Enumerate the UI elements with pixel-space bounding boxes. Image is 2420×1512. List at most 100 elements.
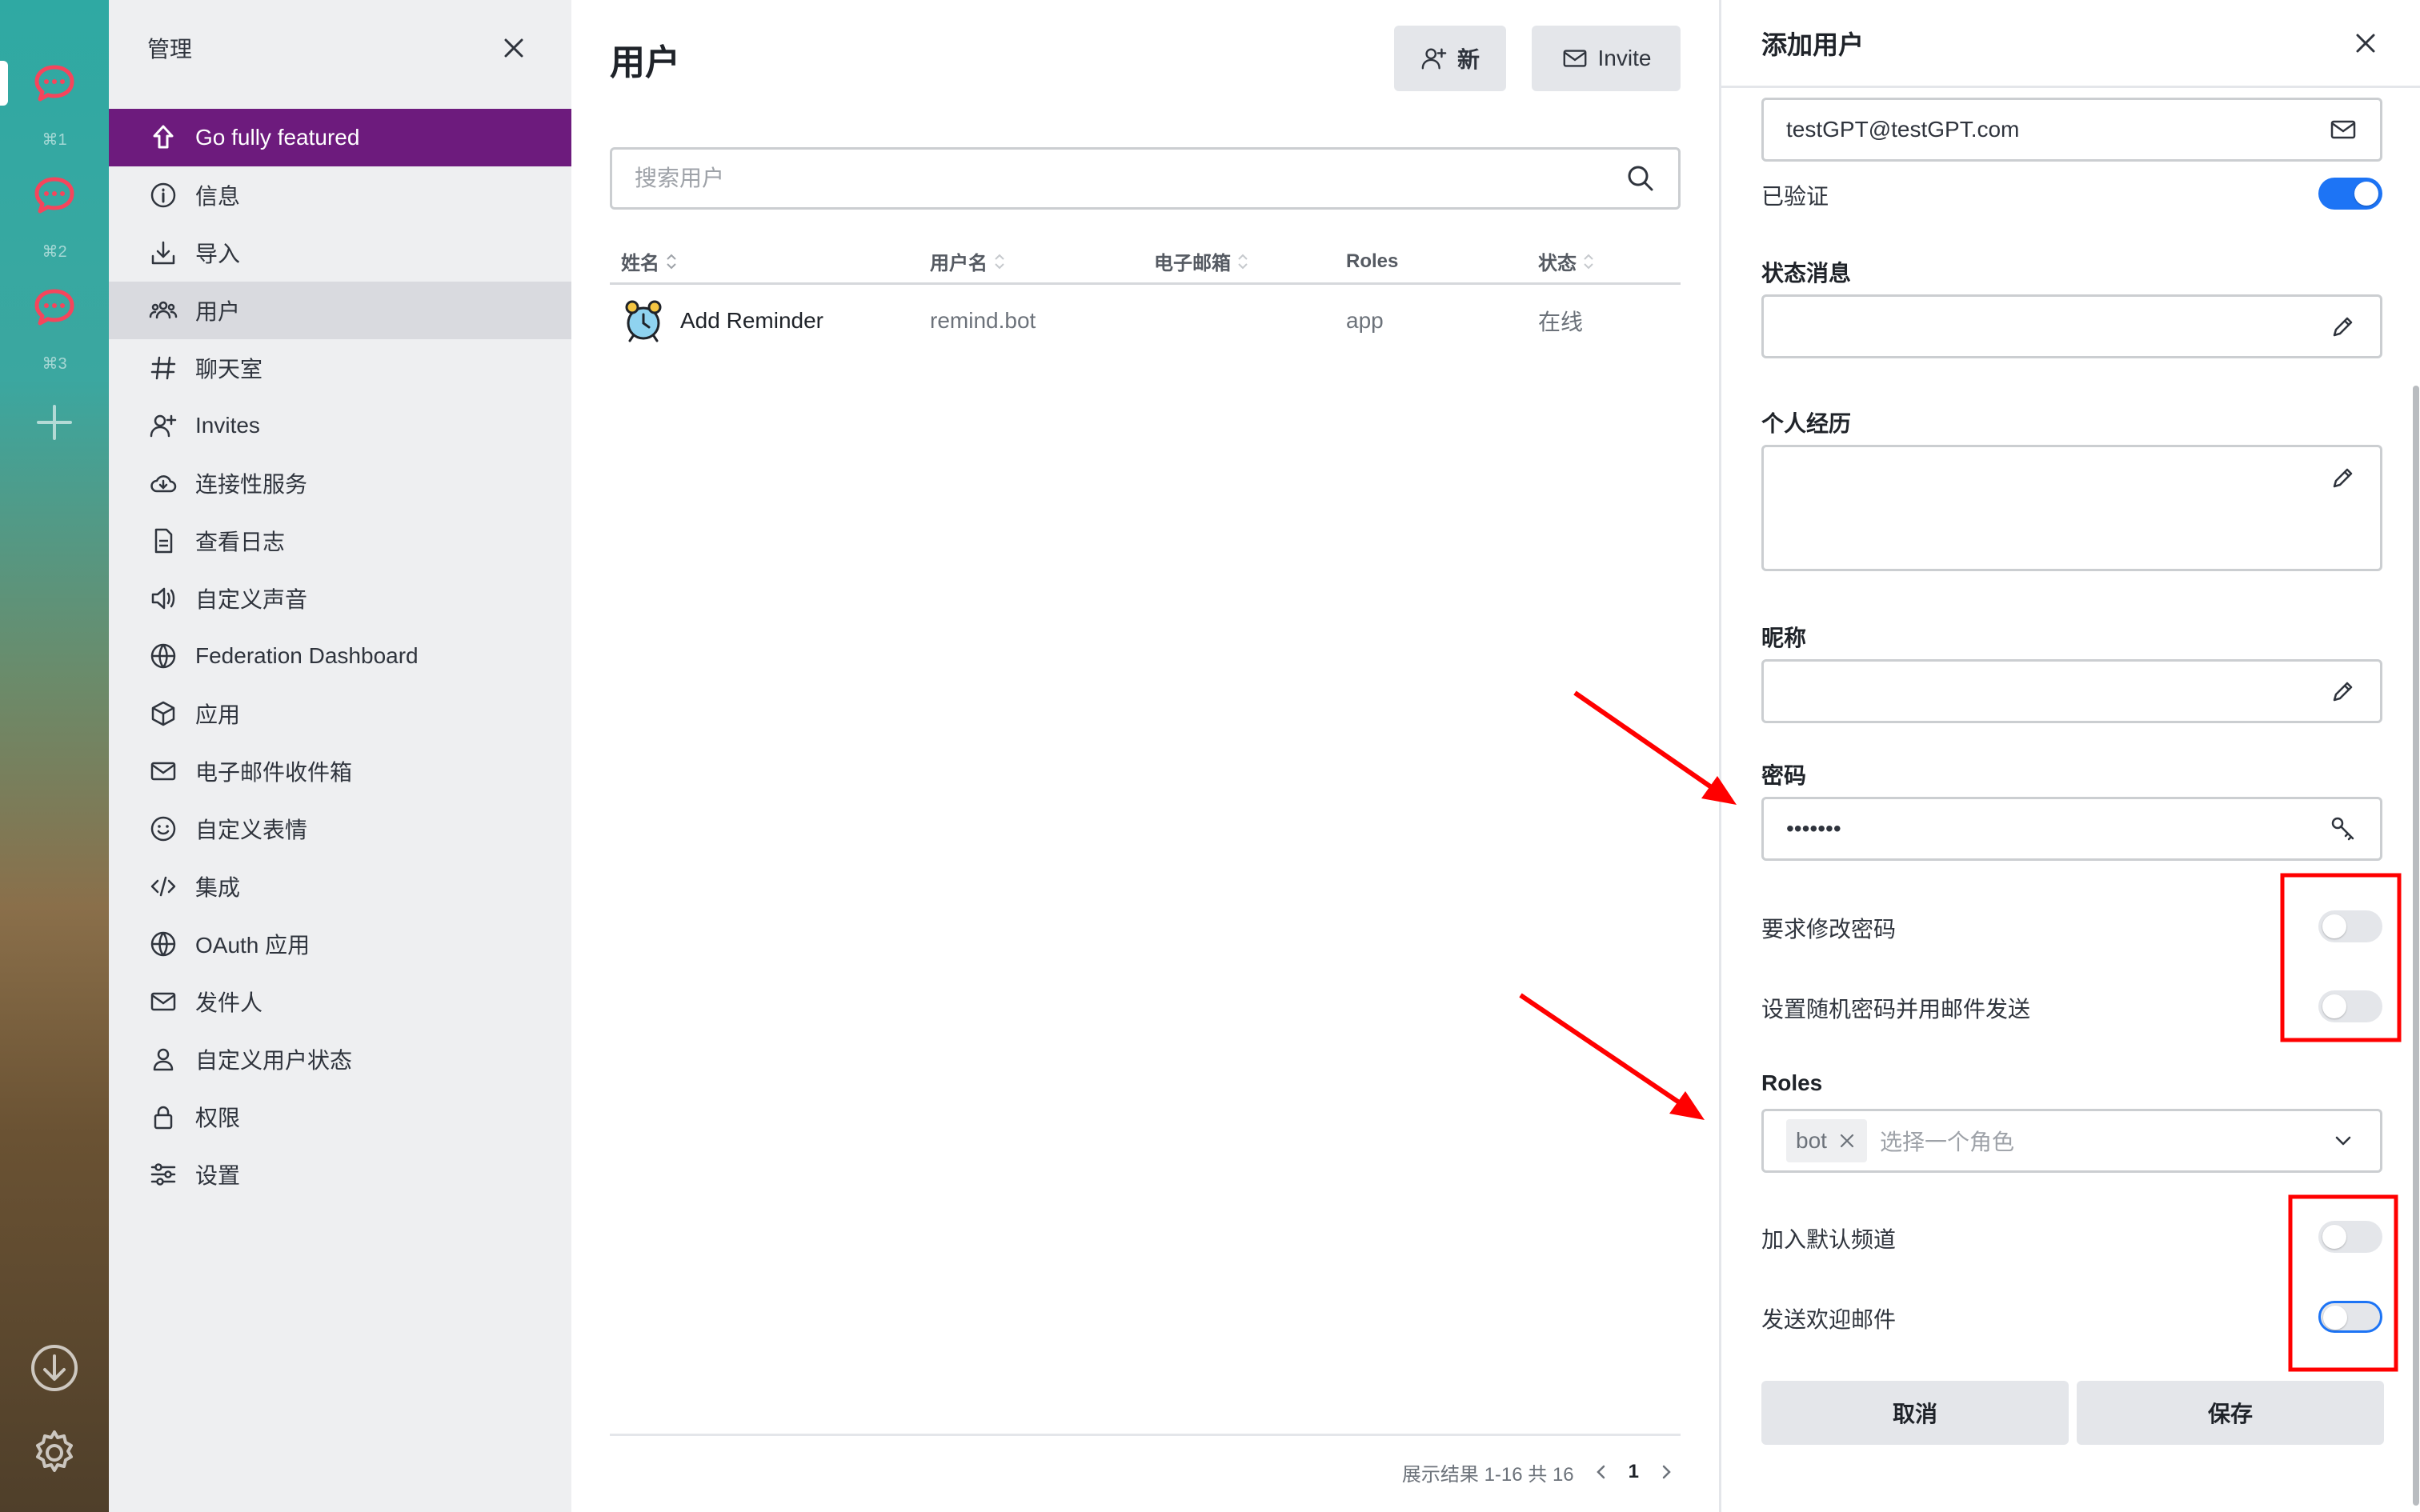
password-label: 密码 — [1761, 763, 1807, 788]
roles-select[interactable]: bot 选择一个角色 — [1761, 1109, 2382, 1173]
workspace-3-button[interactable] — [29, 282, 80, 333]
search-icon[interactable] — [1625, 163, 1656, 194]
mail-icon — [150, 992, 176, 1011]
download-button[interactable] — [29, 1342, 80, 1394]
sidebar-title: 管理 — [147, 37, 193, 62]
close-panel-button[interactable] — [2350, 27, 2382, 59]
table-row[interactable]: Add Reminder remind.bot app 在线 — [610, 285, 1681, 357]
mail-icon — [2330, 120, 2356, 139]
user-display-name: Add Reminder — [680, 308, 823, 333]
nickname-label: 昵称 — [1761, 626, 1807, 650]
page-number[interactable]: 1 — [1629, 1461, 1639, 1483]
save-button[interactable]: 保存 — [2077, 1381, 2384, 1445]
invite-button[interactable]: Invite — [1532, 26, 1681, 91]
sidebar-item-federation[interactable]: Federation Dashboard — [109, 627, 571, 685]
sidebar-item-label: 连接性服务 — [195, 472, 308, 497]
join-default-channels-toggle[interactable] — [2318, 1221, 2382, 1253]
document-icon — [154, 528, 173, 554]
chevron-right-icon[interactable] — [1652, 1458, 1681, 1486]
nickname-input[interactable] — [1786, 678, 2329, 704]
status-message-input[interactable] — [1786, 314, 2329, 339]
search-input[interactable] — [635, 166, 1625, 191]
cancel-button[interactable]: 取消 — [1761, 1381, 2069, 1445]
sidebar-item-connectivity[interactable]: 连接性服务 — [109, 454, 571, 512]
column-status[interactable]: 状态 — [1538, 247, 1666, 275]
cell-username: remind.bot — [930, 308, 1036, 333]
sidebar-item-integrations[interactable]: 集成 — [109, 858, 571, 915]
join-default-channels-label: 加入默认频道 — [1761, 1227, 1897, 1252]
sidebar-header: 管理 — [109, 0, 571, 96]
add-workspace-button[interactable] — [34, 402, 75, 443]
column-username-label: 用户名 — [930, 253, 988, 274]
column-email[interactable]: 电子邮箱 — [1154, 247, 1346, 275]
random-password-toggle[interactable] — [2318, 990, 2382, 1022]
emoji-icon — [150, 816, 176, 842]
workspace-2-button[interactable] — [29, 170, 80, 221]
sort-icon — [667, 254, 676, 269]
users-icon — [149, 301, 178, 319]
panel-scrollbar[interactable] — [2413, 386, 2419, 1506]
sidebar-item-label: OAuth 应用 — [195, 933, 311, 958]
sidebar-item-senders[interactable]: 发件人 — [109, 973, 571, 1030]
user-plus-icon — [1421, 48, 1447, 70]
close-icon — [504, 38, 523, 58]
column-username[interactable]: 用户名 — [930, 247, 1154, 275]
password-input[interactable] — [1786, 816, 2329, 842]
pagination: 展示结果 1-16 共 16 1 — [1402, 1458, 1681, 1486]
mail-icon — [1563, 50, 1586, 67]
column-name[interactable]: 姓名 — [610, 247, 930, 275]
promo-label: Go fully featured — [195, 125, 360, 150]
sidebar-item-logs[interactable]: 查看日志 — [109, 512, 571, 570]
sidebar-item-sounds[interactable]: 自定义声音 — [109, 570, 571, 627]
verified-label: 已验证 — [1761, 184, 1829, 209]
sidebar-item-label: Invites — [195, 413, 260, 438]
table-header: 姓名 用户名 电子邮箱 Roles 状态 — [610, 240, 1681, 285]
sidebar-item-oauth[interactable]: OAuth 应用 — [109, 915, 571, 973]
workspace-1-button[interactable] — [29, 58, 80, 109]
verified-toggle[interactable] — [2318, 178, 2382, 210]
sidebar-item-users[interactable]: 用户 — [109, 282, 571, 339]
role-chip: bot — [1786, 1119, 1867, 1162]
workspace-rail: ⌘1 ⌘2 ⌘3 — [0, 0, 109, 1512]
sidebar-item-label: 自定义声音 — [195, 587, 308, 612]
panel-title: 添加用户 — [1761, 30, 1865, 59]
sidebar-item-email-inboxes[interactable]: 电子邮件收件箱 — [109, 742, 571, 800]
close-sidebar-button[interactable] — [498, 32, 530, 64]
sidebar-item-label: 自定义表情 — [195, 818, 308, 842]
require-password-change-toggle[interactable] — [2318, 910, 2382, 942]
download-icon — [31, 1345, 78, 1391]
admin-sidebar: 管理 Go fully featured 信息 导入 用户 聊天室 Invite… — [109, 0, 571, 1512]
sidebar-item-permissions[interactable]: 权限 — [109, 1088, 571, 1146]
sidebar-item-emoji[interactable]: 自定义表情 — [109, 800, 571, 858]
chevron-left-icon[interactable] — [1587, 1458, 1616, 1486]
sidebar-item-label: 权限 — [195, 1106, 241, 1130]
globe-icon — [150, 643, 176, 669]
new-user-label: 新 — [1456, 47, 1480, 72]
sidebar-item-rooms[interactable]: 聊天室 — [109, 339, 571, 397]
sidebar-item-label: 自定义用户状态 — [195, 1048, 353, 1073]
sidebar-item-apps[interactable]: 应用 — [109, 685, 571, 742]
email-field — [1761, 98, 2382, 162]
roles-label: Roles — [1761, 1070, 1823, 1095]
new-user-button[interactable]: 新 — [1394, 26, 1506, 91]
workspace-3-shortcut: ⌘3 — [42, 355, 67, 373]
sidebar-item-settings[interactable]: 设置 — [109, 1146, 571, 1203]
sidebar-item-user-status[interactable]: 自定义用户状态 — [109, 1030, 571, 1088]
pagination-summary: 展示结果 1-16 共 16 — [1401, 1463, 1574, 1486]
remove-chip-icon[interactable] — [1837, 1130, 1857, 1151]
column-name-label: 姓名 — [621, 253, 659, 274]
sidebar-item-import[interactable]: 导入 — [109, 224, 571, 282]
sidebar-item-label: Federation Dashboard — [195, 643, 419, 668]
globe-icon — [150, 931, 176, 957]
email-input[interactable] — [1786, 117, 2329, 142]
sidebar-item-info[interactable]: 信息 — [109, 166, 571, 224]
roles-placeholder: 选择一个角色 — [1879, 1130, 2014, 1154]
sort-icon — [1584, 254, 1593, 269]
user-icon — [153, 1048, 174, 1071]
bio-input[interactable] — [1786, 463, 2329, 489]
send-welcome-email-toggle[interactable] — [2318, 1301, 2382, 1333]
sidebar-item-invites[interactable]: Invites — [109, 397, 571, 454]
go-fully-featured-link[interactable]: Go fully featured — [109, 109, 571, 166]
alarm-clock-avatar-icon — [625, 300, 662, 342]
preferences-button[interactable] — [29, 1427, 80, 1478]
